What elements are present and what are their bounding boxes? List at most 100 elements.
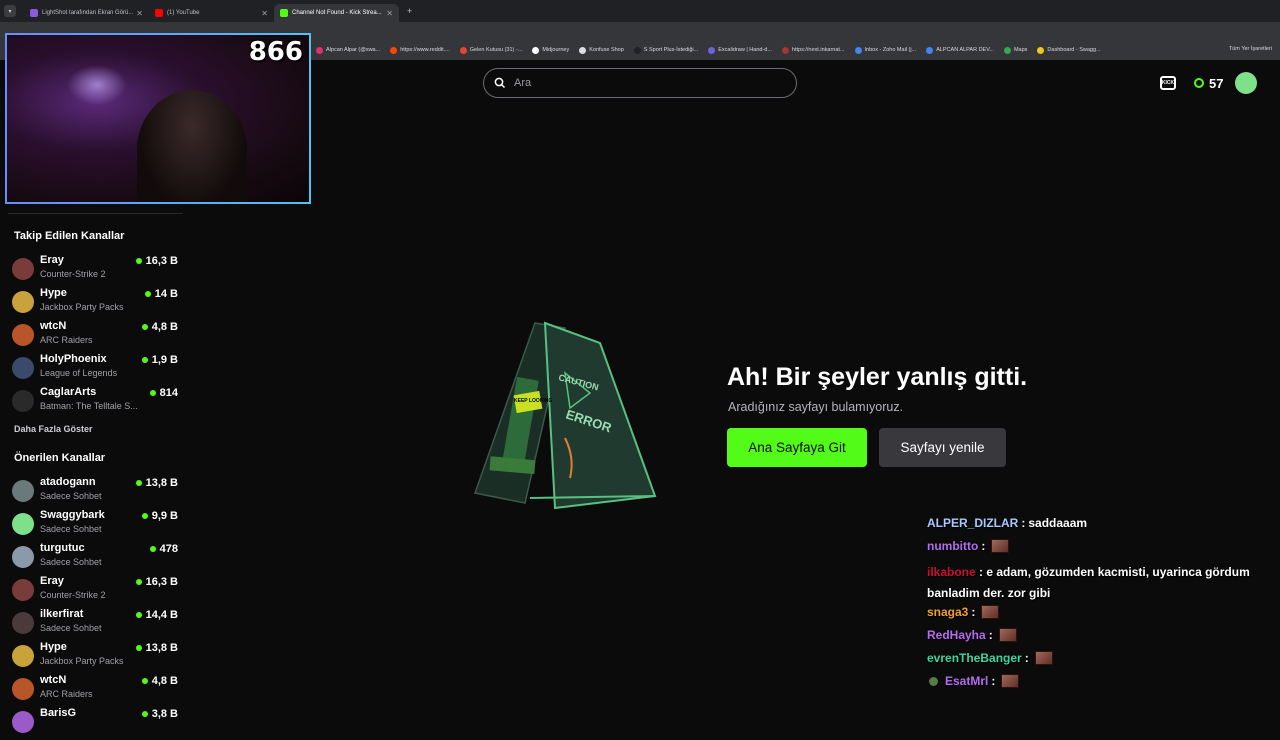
- sidebar-channel-item[interactable]: ilkerfirat Sadece Sohbet 14,4 B: [12, 608, 182, 641]
- viewer-count: 4,8 B: [141, 675, 178, 687]
- bookmark-item[interactable]: ALPCAN ALPAR DEV...: [926, 46, 994, 54]
- error-title: Ah! Bir şeyler yanlış gitti.: [727, 363, 1028, 391]
- live-dot-icon: [141, 324, 148, 330]
- sidebar-channel-item[interactable]: Eray Counter-Strike 2 16,3 B: [12, 254, 182, 287]
- channel-avatar: [12, 291, 34, 313]
- bookmark-item[interactable]: https://www.reddit....: [390, 46, 450, 54]
- chat-username[interactable]: evrenTheBanger: [927, 651, 1022, 665]
- bookmark-item[interactable]: Alpcan Alpar (@swa...: [316, 46, 380, 54]
- chat-message: snaga3 :: [927, 605, 1000, 619]
- channel-name: BarisG: [40, 707, 77, 719]
- chat-message: ALPER_DIZLAR : saddaaam: [927, 516, 1087, 530]
- sidebar-channel-item[interactable]: Swaggybark Sadece Sohbet 9,9 B: [12, 509, 182, 542]
- error-subtitle: Aradığınız sayfayı bulamıyoruz.: [728, 400, 904, 414]
- channel-avatar: [12, 546, 34, 568]
- search-bar[interactable]: [483, 68, 797, 98]
- bookmark-item[interactable]: Inbox - Zoho Mail (j...: [854, 46, 916, 54]
- viewer-count: 16,3 B: [135, 255, 178, 267]
- chat-emote-icon: [991, 539, 1010, 553]
- points-display[interactable]: 57: [1194, 76, 1223, 91]
- close-tab-icon[interactable]: ✕: [136, 9, 143, 18]
- close-tab-icon[interactable]: ✕: [386, 9, 393, 18]
- channel-name: wtcN: [40, 674, 67, 686]
- lightshot-icon: [30, 9, 38, 17]
- channel-category: Jackbox Party Packs: [40, 656, 124, 666]
- channel-avatar: [12, 711, 34, 733]
- bookmark-item[interactable]: https://next.inkarnat...: [781, 46, 845, 54]
- chat-username[interactable]: snaga3: [927, 605, 968, 619]
- bookmark-item[interactable]: Konfuse Shop: [579, 46, 624, 54]
- channel-avatar: [12, 480, 34, 502]
- tab-youtube[interactable]: (1) YouTube ✕: [149, 4, 274, 22]
- kick-drops-icon[interactable]: KICK: [1160, 76, 1176, 90]
- kick-icon: [280, 9, 288, 17]
- live-dot-icon: [135, 645, 142, 651]
- sidebar-channel-item[interactable]: turgutuc Sadece Sohbet 478: [12, 542, 182, 575]
- bookmark-item[interactable]: S Sport Plus-İstediği...: [633, 46, 698, 54]
- sidebar-channel-item[interactable]: wtcN ARC Raiders 4,8 B: [12, 320, 182, 353]
- live-dot-icon: [149, 390, 156, 396]
- sign-sticker-text: KEEP LOOKING: [514, 398, 552, 404]
- viewer-count: 14 B: [144, 288, 178, 300]
- live-dot-icon: [141, 678, 148, 684]
- chat-username[interactable]: EsatMrl: [945, 674, 988, 688]
- tab-lightshot[interactable]: LightShot tarafından Ekran Görü... ✕: [24, 4, 149, 22]
- chat-emote-icon: [1001, 674, 1020, 688]
- chat-message: numbitto :: [927, 539, 1010, 553]
- channel-name: Eray: [40, 254, 64, 266]
- sidebar-channel-item[interactable]: Hype Jackbox Party Packs 13,8 B: [12, 641, 182, 674]
- browser-tab-bar: ▾ LightShot tarafından Ekran Görü... ✕ (1…: [0, 0, 1280, 22]
- bookmark-item[interactable]: Dashboard - Swagg...: [1037, 46, 1101, 54]
- show-more-link[interactable]: Daha Fazla Göster: [14, 424, 93, 434]
- chat-username[interactable]: ALPER_DIZLAR: [927, 516, 1018, 530]
- header-actions: KICK 57: [1160, 72, 1258, 94]
- sidebar-channel-item[interactable]: CaglarArts Batman: The Telltale S... 814: [12, 386, 182, 419]
- sidebar-divider: [8, 213, 183, 214]
- go-home-button[interactable]: Ana Sayfaya Git: [727, 428, 867, 467]
- sidebar-channel-item[interactable]: Eray Counter-Strike 2 16,3 B: [12, 575, 182, 608]
- viewer-count: 814: [149, 387, 178, 399]
- live-dot-icon: [135, 258, 142, 264]
- live-dot-icon: [141, 357, 148, 363]
- user-avatar[interactable]: [1235, 72, 1258, 94]
- bookmark-item[interactable]: Midjourney: [532, 46, 569, 54]
- bookmark-item[interactable]: Maps: [1003, 46, 1027, 54]
- chat-message: evrenTheBanger :: [927, 651, 1053, 665]
- channel-name: CaglarArts: [40, 386, 97, 398]
- chat-separator: :: [1021, 516, 1026, 530]
- chat-username[interactable]: RedHayha: [927, 628, 986, 642]
- channel-category: Sadece Sohbet: [40, 524, 102, 534]
- new-tab-button[interactable]: +: [407, 6, 412, 16]
- webcam-counter: 866: [248, 37, 303, 67]
- sidebar-channel-item[interactable]: HolyPhoenix League of Legends 1,9 B: [12, 353, 182, 386]
- tab-kick[interactable]: Channel Not Found - Kick Strea... ✕: [274, 4, 399, 22]
- webcam-overlay: 866: [5, 33, 311, 204]
- channel-category: Sadece Sohbet: [40, 491, 102, 501]
- sidebar-channel-item[interactable]: Hype Jackbox Party Packs 14 B: [12, 287, 182, 320]
- channel-category: Batman: The Telltale S...: [40, 401, 138, 411]
- sidebar-channel-item[interactable]: atadogann Sadece Sohbet 13,8 B: [12, 476, 182, 509]
- channel-category: Sadece Sohbet: [40, 557, 102, 567]
- chat-message: ilkabone : e adam, gözumden kacmisti, uy…: [927, 562, 1272, 604]
- tab-search-icon[interactable]: ▾: [4, 5, 16, 17]
- chat-separator: :: [988, 628, 993, 642]
- webcam-light: [67, 65, 127, 105]
- error-sign-illustration: CAUTION ERROR KEEP LOOKING: [474, 321, 657, 510]
- channel-category: ARC Raiders: [40, 335, 93, 345]
- search-input[interactable]: [514, 77, 774, 89]
- chat-username[interactable]: numbitto: [927, 539, 978, 553]
- sidebar-channel-item[interactable]: BarisG 3,8 B: [12, 707, 182, 740]
- bookmark-item[interactable]: Excalidraw | Hand-d...: [708, 46, 772, 54]
- recommended-channels-title: Önerilen Kanallar: [14, 452, 106, 464]
- channel-name: atadogann: [40, 476, 96, 488]
- all-bookmarks-link[interactable]: Tüm Yer İşaretleri: [1229, 46, 1272, 52]
- sidebar-channel-item[interactable]: wtcN ARC Raiders 4,8 B: [12, 674, 182, 707]
- channel-name: Swaggybark: [40, 509, 105, 521]
- live-dot-icon: [149, 546, 156, 552]
- close-tab-icon[interactable]: ✕: [261, 9, 268, 18]
- reload-page-button[interactable]: Sayfayı yenile: [879, 428, 1006, 467]
- channel-avatar: [12, 513, 34, 535]
- chat-username[interactable]: ilkabone: [927, 565, 976, 579]
- bookmark-item[interactable]: Gelen Kutusu (31) -...: [459, 46, 522, 54]
- chat-message: RedHayha :: [927, 628, 1017, 642]
